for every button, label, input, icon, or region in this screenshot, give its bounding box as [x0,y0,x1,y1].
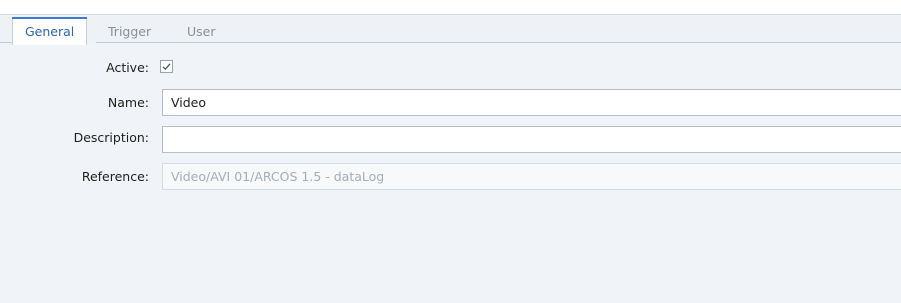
description-field[interactable] [162,126,901,153]
tab-bar: General Trigger User [0,14,901,45]
name-label: Name: [107,95,149,110]
active-checkbox[interactable] [160,60,173,73]
properties-window: General Trigger User Active: Name: Video… [0,0,901,303]
active-label: Active: [106,60,149,75]
panel-border [96,42,901,43]
reference-label: Reference: [81,169,149,184]
description-label: Description: [73,130,149,145]
name-field[interactable]: Video [162,89,901,116]
checkmark-icon [162,63,171,71]
top-strip [0,0,901,14]
tab-general[interactable]: General [12,17,88,45]
panel-border [0,42,12,43]
reference-field[interactable]: Video/AVI 01/ARCOS 1.5 - dataLog [162,163,901,190]
tab-user[interactable]: User [187,22,216,44]
tab-trigger[interactable]: Trigger [108,22,151,44]
